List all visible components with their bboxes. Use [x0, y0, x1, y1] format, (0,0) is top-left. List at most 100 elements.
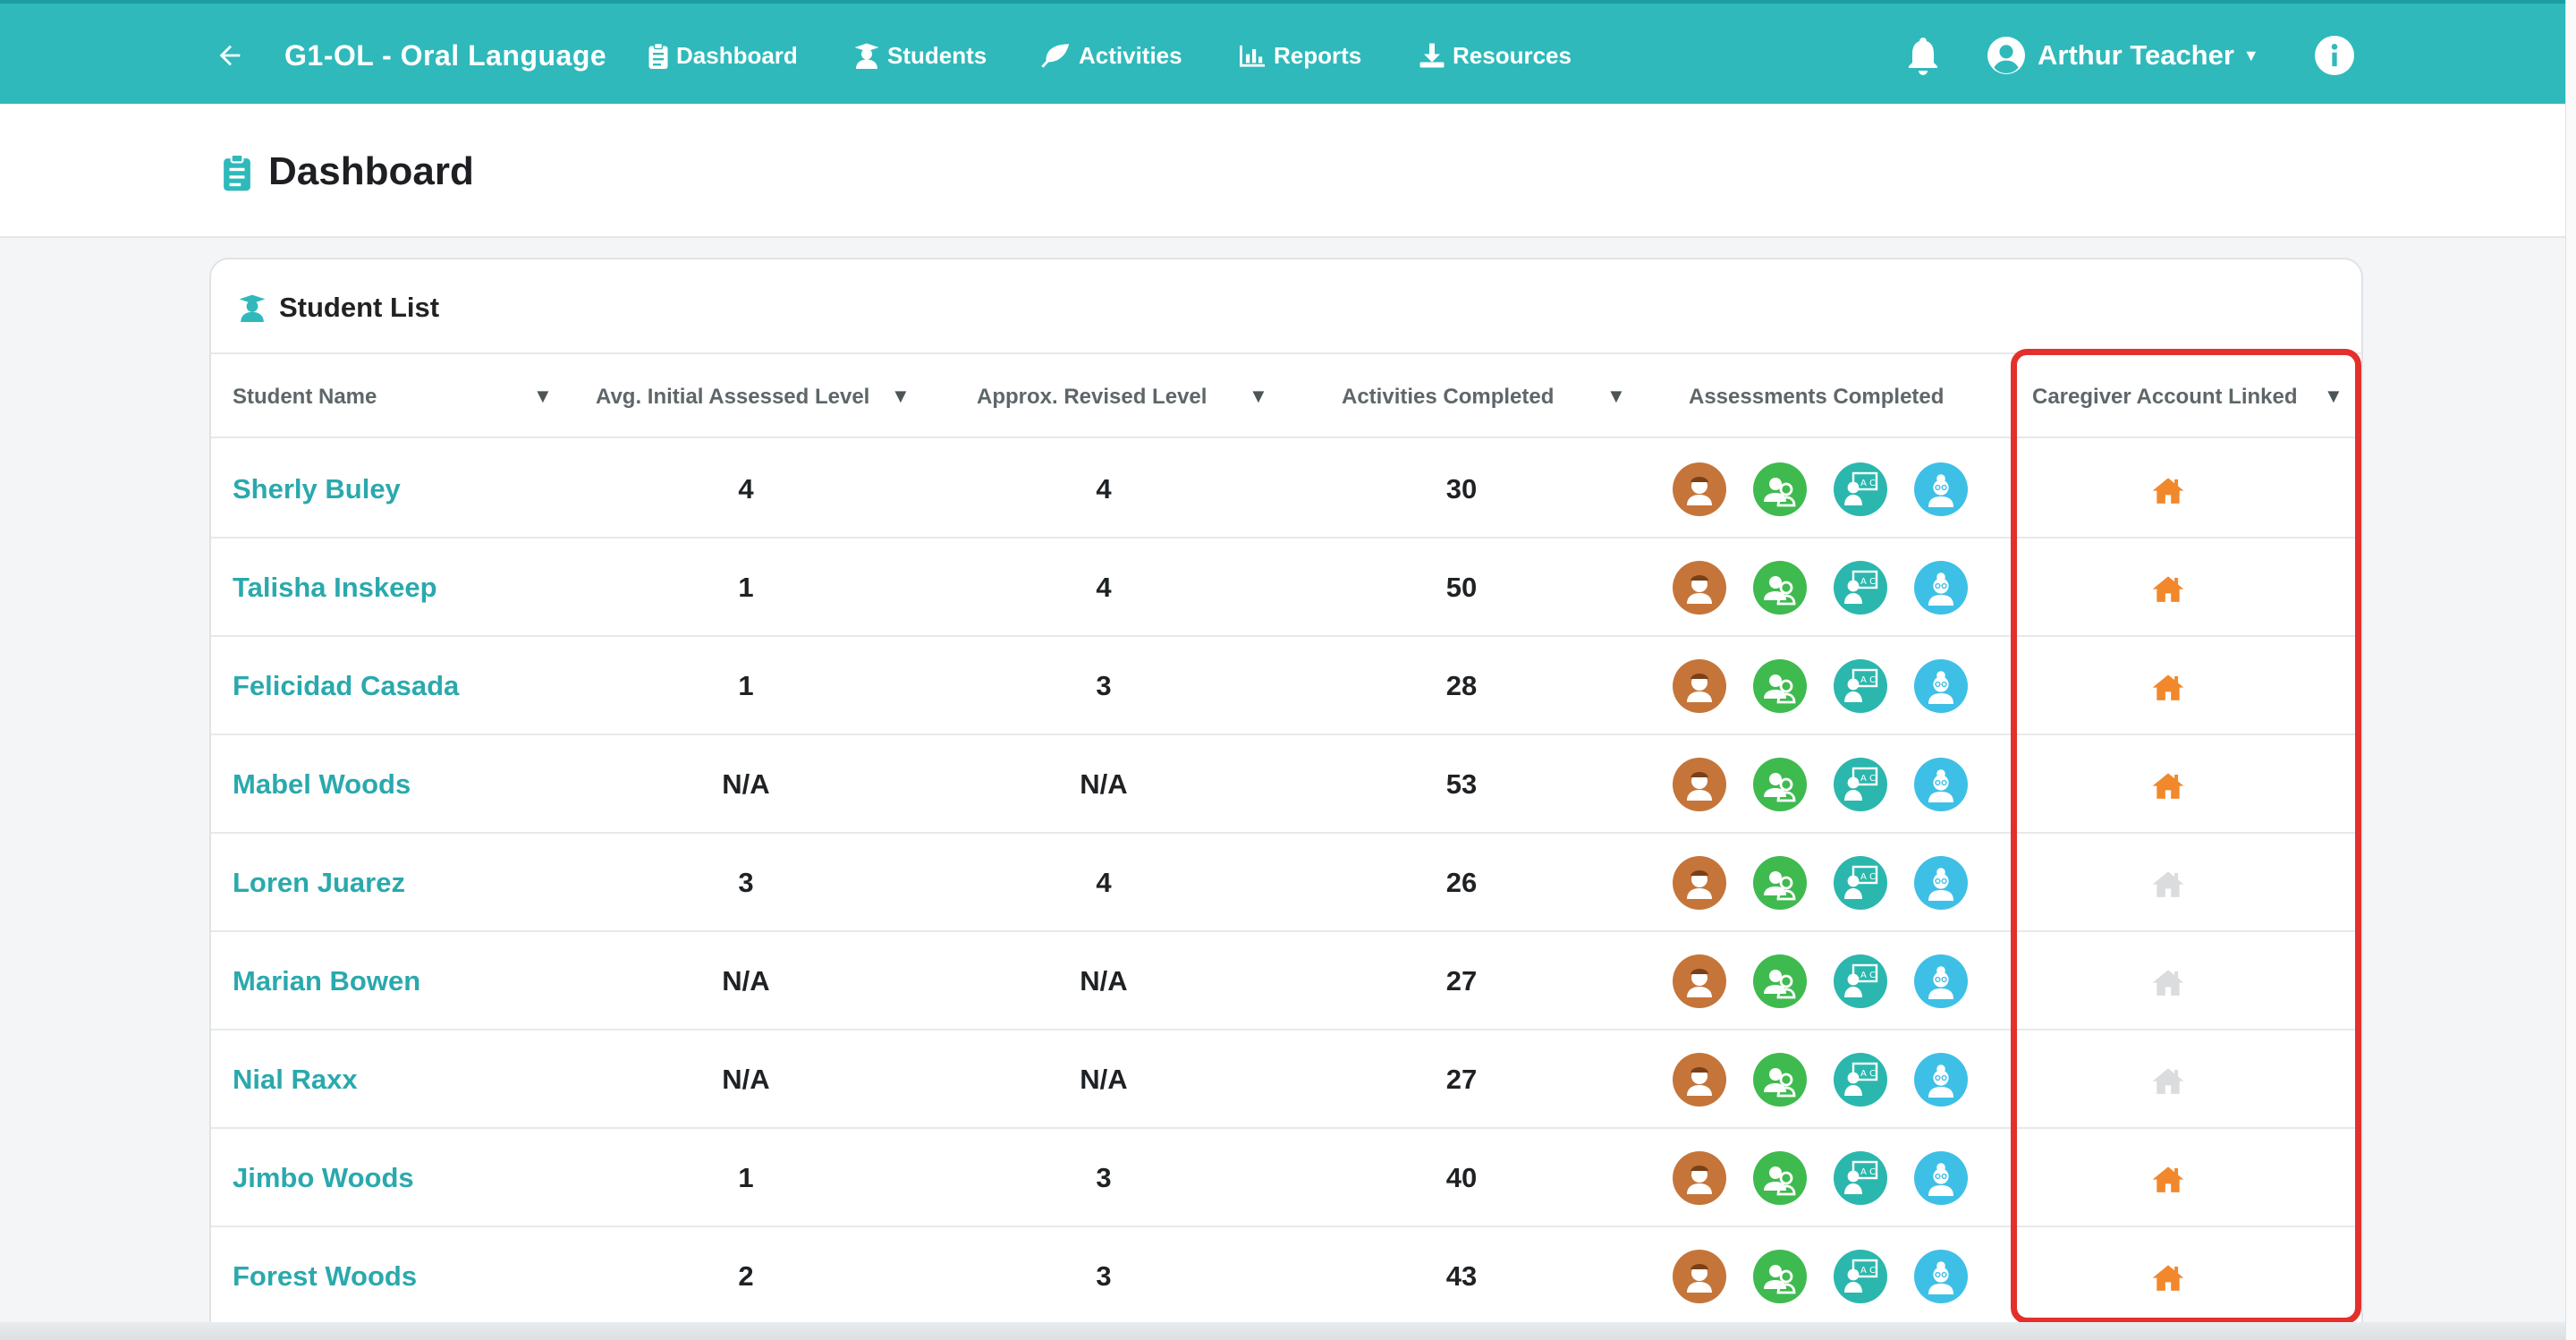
caregiver-assessment-icon[interactable] — [1914, 758, 1968, 811]
student-name-link[interactable]: Mabel Woods — [233, 735, 411, 834]
initial-level: N/A — [722, 1064, 770, 1095]
student-name-link[interactable]: Loren Juarez — [233, 834, 405, 932]
nav-resources-label: Resources — [1453, 41, 1572, 69]
svg-text:A C: A C — [1860, 577, 1876, 587]
student-list-title-text: Student List — [279, 292, 440, 323]
classroom-assessment-icon[interactable]: A C — [1834, 561, 1887, 615]
peer-assessment-icon[interactable] — [1753, 1250, 1807, 1303]
revised-level: 3 — [1096, 670, 1112, 701]
peer-assessment-icon[interactable] — [1753, 462, 1807, 516]
nav-resources[interactable]: Resources — [1419, 4, 1572, 107]
bell-icon[interactable] — [1905, 4, 1941, 107]
nav-students-label: Students — [887, 41, 987, 69]
caregiver-column-highlight — [2011, 349, 2361, 1324]
sort-caret-icon[interactable]: ▼ — [1606, 385, 1626, 408]
revised-level: 3 — [1096, 1260, 1112, 1292]
classroom-assessment-icon[interactable]: A C — [1834, 1250, 1887, 1303]
revised-level: N/A — [1080, 965, 1128, 997]
teacher-assessment-icon[interactable] — [1673, 659, 1726, 713]
initial-level: 1 — [738, 572, 754, 603]
assessment-badges: A C — [1673, 440, 1968, 539]
teacher-assessment-icon[interactable] — [1673, 758, 1726, 811]
back-arrow-icon[interactable] — [215, 4, 245, 107]
classroom-assessment-icon[interactable]: A C — [1834, 1053, 1887, 1107]
classroom-assessment-icon[interactable]: A C — [1834, 758, 1887, 811]
teacher-assessment-icon[interactable] — [1673, 1250, 1726, 1303]
student-name-link[interactable]: Talisha Inskeep — [233, 539, 437, 637]
download-icon — [1419, 42, 1445, 69]
revised-level: N/A — [1080, 768, 1128, 800]
caregiver-assessment-icon[interactable] — [1914, 659, 1968, 713]
initial-level: N/A — [722, 768, 770, 800]
student-name-link[interactable]: Nial Raxx — [233, 1030, 358, 1129]
student-name-link[interactable]: Felicidad Casada — [233, 637, 459, 735]
assessment-badges: A C — [1673, 539, 1968, 637]
student-list-title: Student List — [238, 292, 439, 324]
activities-completed: 30 — [1445, 473, 1478, 505]
classroom-assessment-icon[interactable]: A C — [1834, 1151, 1887, 1205]
revised-level: 4 — [1096, 867, 1112, 898]
assessment-badges: A C — [1673, 637, 1968, 735]
assessment-badges: A C — [1673, 1227, 1968, 1326]
nav-activities-label: Activities — [1079, 41, 1182, 69]
peer-assessment-icon[interactable] — [1753, 856, 1807, 910]
revised-level: N/A — [1080, 1064, 1128, 1095]
header-activities-completed[interactable]: Activities Completed — [1342, 354, 1554, 440]
sort-caret-icon[interactable]: ▼ — [891, 385, 911, 408]
teacher-assessment-icon[interactable] — [1673, 954, 1726, 1008]
teacher-assessment-icon[interactable] — [1673, 1053, 1726, 1107]
caregiver-assessment-icon[interactable] — [1914, 856, 1968, 910]
svg-text:A C: A C — [1860, 479, 1876, 488]
nav-dashboard[interactable]: Dashboard — [648, 4, 798, 107]
vertical-scrollbar[interactable] — [2565, 0, 2576, 1340]
classroom-assessment-icon[interactable]: A C — [1834, 856, 1887, 910]
student-name-link[interactable]: Forest Woods — [233, 1227, 417, 1326]
info-icon[interactable] — [2315, 4, 2354, 107]
sort-caret-icon[interactable]: ▼ — [1249, 385, 1268, 408]
student-name-link[interactable]: Marian Bowen — [233, 932, 420, 1030]
svg-text:A C: A C — [1860, 675, 1876, 685]
course-title: G1-OL - Oral Language — [284, 38, 607, 72]
peer-assessment-icon[interactable] — [1753, 561, 1807, 615]
peer-assessment-icon[interactable] — [1753, 954, 1807, 1008]
student-name-link[interactable]: Jimbo Woods — [233, 1129, 414, 1227]
activities-completed: 27 — [1445, 1064, 1478, 1095]
nav-activities[interactable]: Activities — [1041, 4, 1182, 107]
assessment-badges: A C — [1673, 735, 1968, 834]
revised-level: 4 — [1096, 473, 1112, 505]
sort-caret-icon[interactable]: ▼ — [533, 385, 553, 408]
revised-level: 3 — [1096, 1162, 1112, 1193]
caregiver-assessment-icon[interactable] — [1914, 1151, 1968, 1205]
initial-level: 4 — [738, 473, 754, 505]
caregiver-assessment-icon[interactable] — [1914, 561, 1968, 615]
student-name-link[interactable]: Sherly Buley — [233, 440, 401, 539]
teacher-assessment-icon[interactable] — [1673, 462, 1726, 516]
classroom-assessment-icon[interactable]: A C — [1834, 462, 1887, 516]
teacher-assessment-icon[interactable] — [1673, 856, 1726, 910]
svg-text:A C: A C — [1860, 1069, 1876, 1079]
peer-assessment-icon[interactable] — [1753, 1053, 1807, 1107]
header-revised-level[interactable]: Approx. Revised Level — [977, 354, 1207, 440]
caregiver-assessment-icon[interactable] — [1914, 954, 1968, 1008]
nav-students[interactable]: Students — [853, 4, 987, 107]
teacher-assessment-icon[interactable] — [1673, 1151, 1726, 1205]
nav-reports[interactable]: Reports — [1238, 4, 1361, 107]
peer-assessment-icon[interactable] — [1753, 1151, 1807, 1205]
initial-level: 1 — [738, 670, 754, 701]
teacher-assessment-icon[interactable] — [1673, 561, 1726, 615]
user-menu[interactable]: Arthur Teacher ▼ — [1987, 4, 2259, 107]
clipboard-icon — [222, 152, 268, 191]
caregiver-assessment-icon[interactable] — [1914, 1053, 1968, 1107]
caregiver-assessment-icon[interactable] — [1914, 462, 1968, 516]
classroom-assessment-icon[interactable]: A C — [1834, 659, 1887, 713]
revised-level: 4 — [1096, 572, 1112, 603]
header-initial-level[interactable]: Avg. Initial Assessed Level — [596, 354, 869, 440]
caregiver-assessment-icon[interactable] — [1914, 1250, 1968, 1303]
classroom-assessment-icon[interactable]: A C — [1834, 954, 1887, 1008]
svg-text:A C: A C — [1860, 971, 1876, 980]
peer-assessment-icon[interactable] — [1753, 758, 1807, 811]
header-student-name[interactable]: Student Name — [233, 354, 377, 440]
peer-assessment-icon[interactable] — [1753, 659, 1807, 713]
clipboard-icon — [648, 42, 669, 69]
leaf-icon — [1041, 42, 1072, 69]
